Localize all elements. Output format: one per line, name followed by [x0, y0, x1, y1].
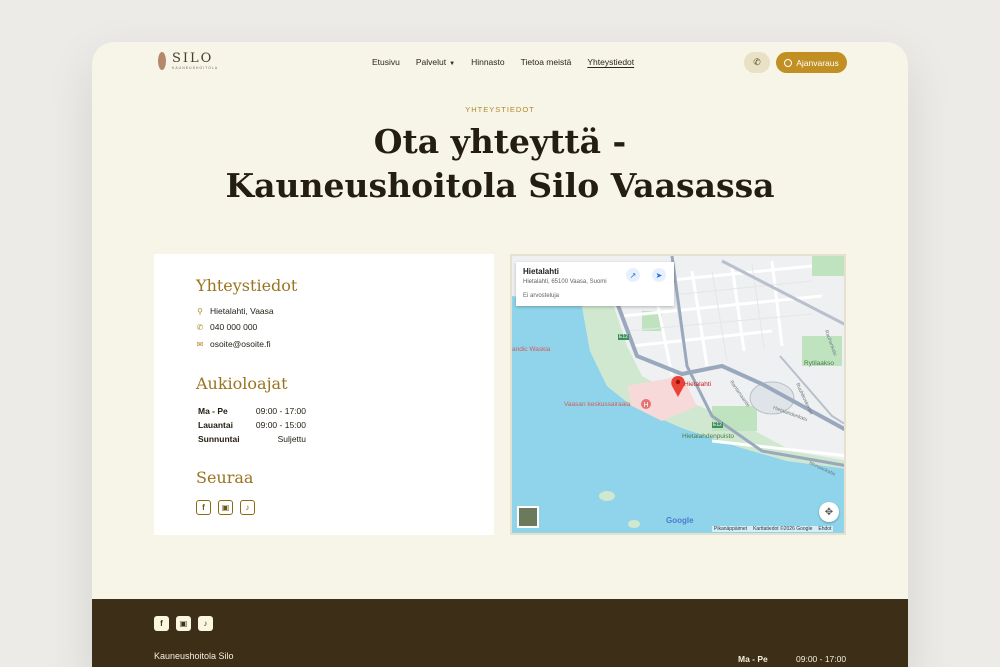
title-line-1: Ota yhteyttä - — [373, 122, 627, 161]
title-line-2: Kauneushoitola Silo Vaasassa — [225, 166, 775, 205]
address-row: ⚲ Hietalahti, Vaasa — [196, 306, 274, 316]
clock-icon — [784, 58, 793, 67]
hours-row: Ma - Pe 09:00 - 17:00 — [198, 404, 306, 418]
facebook-icon[interactable]: f — [154, 616, 169, 631]
open-in-maps-icon[interactable]: ↗ — [626, 268, 640, 282]
directions-icon[interactable]: ➤ — [652, 268, 666, 282]
footer-social-links: f ▣ ♪ — [154, 616, 213, 631]
terms-link[interactable]: Ehdot — [818, 526, 831, 532]
map-label-hotel: andic Waskia — [512, 346, 551, 353]
google-logo: Google — [666, 516, 694, 525]
facebook-icon[interactable]: f — [196, 500, 211, 515]
keyboard-shortcuts-link[interactable]: Pikanäppäimet — [714, 526, 747, 532]
map-label-hospital: Vaasan keskussairaala — [564, 401, 631, 408]
nav-prices[interactable]: Hinnasto — [471, 57, 505, 67]
tiktok-icon[interactable]: ♪ — [198, 616, 213, 631]
map-data-text: Karttatiedot ©2026 Google — [753, 526, 813, 532]
follow-heading: Seuraa — [196, 468, 254, 487]
hours-day: Sunnuntai — [198, 434, 240, 444]
hours-table: Ma - Pe 09:00 - 17:00 Lauantai 09:00 - 1… — [198, 404, 306, 446]
hours-time: 09:00 - 17:00 — [255, 406, 306, 416]
map-label-pin: Hietalahti — [684, 381, 712, 388]
nav-services[interactable]: Palvelut ▼ — [416, 57, 455, 67]
phone-icon: ✆ — [753, 57, 761, 67]
map-place-title: Hietalahti — [523, 267, 560, 276]
instagram-icon[interactable]: ▣ — [176, 616, 191, 631]
page-title: Ota yhteyttä - Kauneushoitola Silo Vaasa… — [92, 120, 908, 208]
logo-subtitle: KAUNEUSHOITOLA — [172, 66, 219, 70]
nav-about[interactable]: Tietoa meistä — [521, 57, 572, 67]
phone-row[interactable]: ✆ 040 000 000 — [196, 322, 258, 332]
contact-heading: Yhteystiedot — [196, 276, 298, 295]
map-place-address: Hietalahti, 65100 Vaasa, Suomi — [523, 279, 607, 285]
phone-text: 040 000 000 — [210, 322, 258, 332]
hours-heading: Aukioloajat — [196, 374, 288, 393]
logo-leaf-icon — [158, 52, 166, 70]
phone-button[interactable]: ✆ — [744, 52, 770, 73]
hours-day: Lauantai — [198, 420, 233, 430]
logo[interactable]: SILO KAUNEUSHOITOLA — [158, 52, 218, 70]
svg-text:H: H — [644, 402, 649, 409]
map-road-badge: E12 — [712, 422, 723, 428]
footer-hours-time: 09:00 - 17:00 — [796, 654, 847, 664]
hours-row: Lauantai 09:00 - 15:00 — [198, 418, 306, 432]
map-road-badge: E12 — [618, 334, 629, 340]
hours-time: 09:00 - 15:00 — [255, 420, 306, 430]
booking-label: Ajanvaraus — [796, 57, 839, 68]
phone-icon: ✆ — [196, 322, 204, 332]
map-label-area: Rytilaakso — [804, 360, 834, 367]
hours-day: Ma - Pe — [198, 406, 228, 416]
section-eyebrow: YHTEYSTIEDOT — [465, 105, 535, 114]
browser-frame: SILO KAUNEUSHOITOLA Etusivu Palvelut ▼ Hi… — [92, 42, 908, 667]
google-map[interactable]: H Hietalahti Vaasan keskussairaala Hieta… — [510, 254, 846, 535]
map-place-card: Hietalahti Hietalahti, 65100 Vaasa, Suom… — [516, 262, 674, 306]
email-text: osoite@osoite.fi — [210, 339, 271, 349]
nav-contact[interactable]: Yhteystiedot — [587, 57, 634, 67]
email-row[interactable]: ✉ osoite@osoite.fi — [196, 339, 271, 349]
booking-button[interactable]: Ajanvaraus — [776, 52, 847, 73]
map-label-park: Hietalahdenpuisto — [682, 433, 735, 440]
site-footer: f ▣ ♪ Kauneushoitola Silo Ma - Pe 09:00 … — [92, 599, 908, 667]
chevron-down-icon: ▼ — [449, 61, 456, 67]
address-text: Hietalahti, Vaasa — [210, 306, 274, 316]
hours-row: Sunnuntai Suljettu — [198, 432, 306, 446]
main-nav: Etusivu Palvelut ▼ Hinnasto Tietoa meistä… — [372, 57, 634, 67]
logo-name: SILO — [172, 51, 214, 66]
footer-hours-day: Ma - Pe — [738, 654, 768, 664]
tiktok-icon[interactable]: ♪ — [240, 500, 255, 515]
map-reviews-link[interactable]: Ei arvosteluja — [523, 293, 667, 299]
map-attribution: Pikanäppäimet Karttatiedot ©2026 Google … — [712, 526, 834, 532]
hours-time: Suljettu — [277, 434, 306, 444]
mail-icon: ✉ — [196, 339, 204, 349]
satellite-toggle[interactable] — [517, 506, 539, 528]
fullscreen-icon[interactable]: ✥ — [819, 502, 839, 522]
social-links: f ▣ ♪ — [196, 500, 255, 515]
contact-card: Yhteystiedot ⚲ Hietalahti, Vaasa ✆ 040 0… — [154, 254, 494, 535]
nav-home[interactable]: Etusivu — [372, 57, 400, 67]
footer-business-name: Kauneushoitola Silo — [154, 651, 234, 661]
instagram-icon[interactable]: ▣ — [218, 500, 233, 515]
location-pin-icon: ⚲ — [197, 306, 203, 316]
